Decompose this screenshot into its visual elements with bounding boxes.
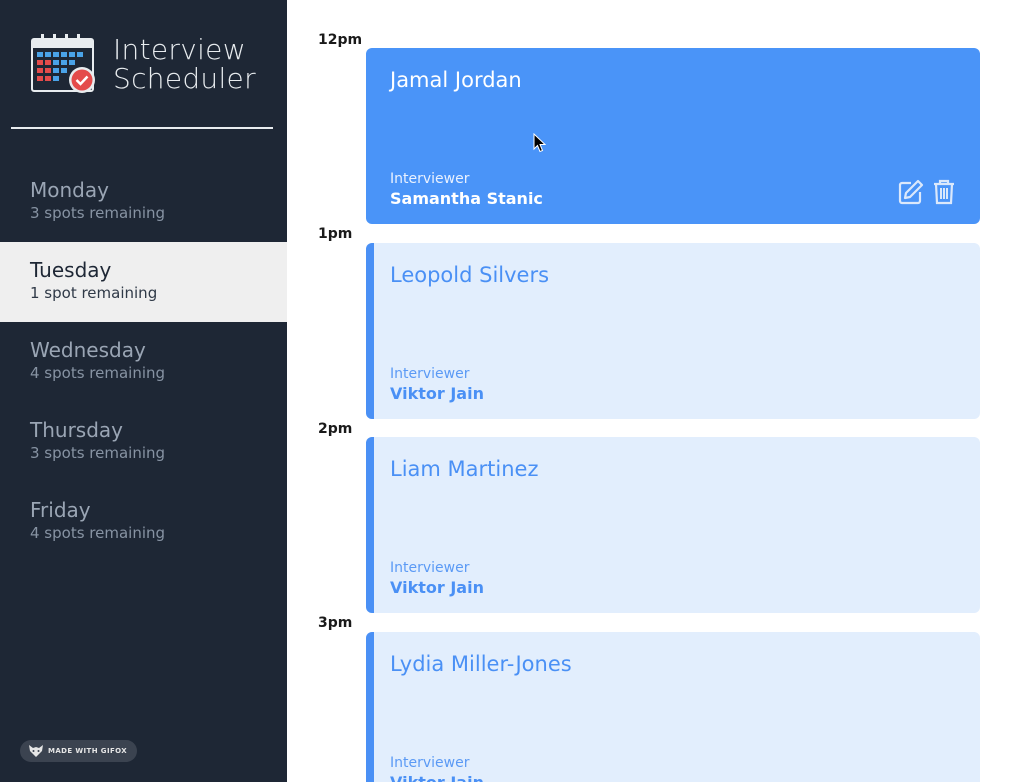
day-spots: 3 spots remaining bbox=[30, 204, 166, 222]
appointment-accent-bar bbox=[366, 243, 374, 419]
appointment-actions bbox=[892, 178, 958, 206]
day-name: Friday bbox=[30, 498, 91, 522]
day-name: Tuesday bbox=[30, 258, 112, 282]
day-name: Thursday bbox=[30, 418, 123, 442]
day-spots: 4 spots remaining bbox=[30, 524, 166, 542]
trash-icon[interactable] bbox=[930, 178, 958, 206]
student-name: Lydia Miller-Jones bbox=[390, 652, 572, 676]
appointment-accent-bar bbox=[366, 632, 374, 782]
sidebar-divider bbox=[11, 127, 273, 129]
schedule: 12pm Jamal Jordan Interviewer Samantha S… bbox=[287, 0, 1009, 782]
day-name: Monday bbox=[30, 178, 109, 202]
day-spots: 4 spots remaining bbox=[30, 364, 166, 382]
interviewer-label: Interviewer bbox=[390, 366, 470, 382]
interviewer-label: Interviewer bbox=[390, 560, 470, 576]
interviewer-name: Viktor Jain bbox=[390, 773, 484, 782]
mouse-cursor-icon bbox=[533, 133, 547, 153]
day-item-monday[interactable]: Monday 3 spots remaining bbox=[0, 162, 287, 242]
interviewer-name: Viktor Jain bbox=[390, 384, 484, 403]
time-label: 1pm bbox=[318, 226, 353, 242]
appointment-accent-bar bbox=[366, 437, 374, 613]
interviewer-label: Interviewer bbox=[390, 755, 470, 771]
appointment-card[interactable]: Leopold Silvers Interviewer Viktor Jain bbox=[366, 243, 980, 419]
interviewer-name: Samantha Stanic bbox=[390, 189, 543, 208]
appointment-card[interactable]: Lydia Miller-Jones Interviewer Viktor Ja… bbox=[366, 632, 980, 782]
student-name: Leopold Silvers bbox=[390, 263, 550, 287]
appointment-card[interactable]: Liam Martinez Interviewer Viktor Jain bbox=[366, 437, 980, 613]
app-title-line2: Scheduler bbox=[113, 62, 256, 95]
made-with-gifox-badge: MADE WITH GIFOX bbox=[20, 740, 138, 762]
fox-icon bbox=[29, 745, 43, 757]
app-title: Interview Scheduler bbox=[113, 35, 256, 93]
day-item-thursday[interactable]: Thursday 3 spots remaining bbox=[0, 402, 287, 482]
time-label: 12pm bbox=[318, 32, 363, 48]
time-label: 3pm bbox=[318, 615, 353, 631]
student-name: Liam Martinez bbox=[390, 457, 539, 481]
day-spots: 3 spots remaining bbox=[30, 444, 166, 462]
appointment-card[interactable]: Jamal Jordan Interviewer Samantha Stanic bbox=[366, 48, 980, 224]
app-title-line1: Interview bbox=[113, 33, 246, 66]
day-item-wednesday[interactable]: Wednesday 4 spots remaining bbox=[0, 322, 287, 402]
day-item-tuesday[interactable]: Tuesday 1 spot remaining bbox=[0, 242, 287, 322]
day-item-friday[interactable]: Friday 4 spots remaining bbox=[0, 482, 287, 562]
day-spots: 1 spot remaining bbox=[30, 284, 158, 302]
calendar-check-icon bbox=[31, 34, 95, 93]
time-label: 2pm bbox=[318, 421, 353, 437]
brand: Interview Scheduler bbox=[31, 33, 256, 95]
edit-icon[interactable] bbox=[897, 178, 925, 206]
interviewer-name: Viktor Jain bbox=[390, 578, 484, 597]
interviewer-label: Interviewer bbox=[390, 171, 470, 187]
day-list: Monday 3 spots remaining Tuesday 1 spot … bbox=[0, 162, 287, 562]
sidebar: Interview Scheduler Monday 3 spots remai… bbox=[0, 0, 287, 782]
day-name: Wednesday bbox=[30, 338, 146, 362]
student-name: Jamal Jordan bbox=[390, 68, 522, 92]
badge-text: MADE WITH GIFOX bbox=[48, 747, 128, 755]
